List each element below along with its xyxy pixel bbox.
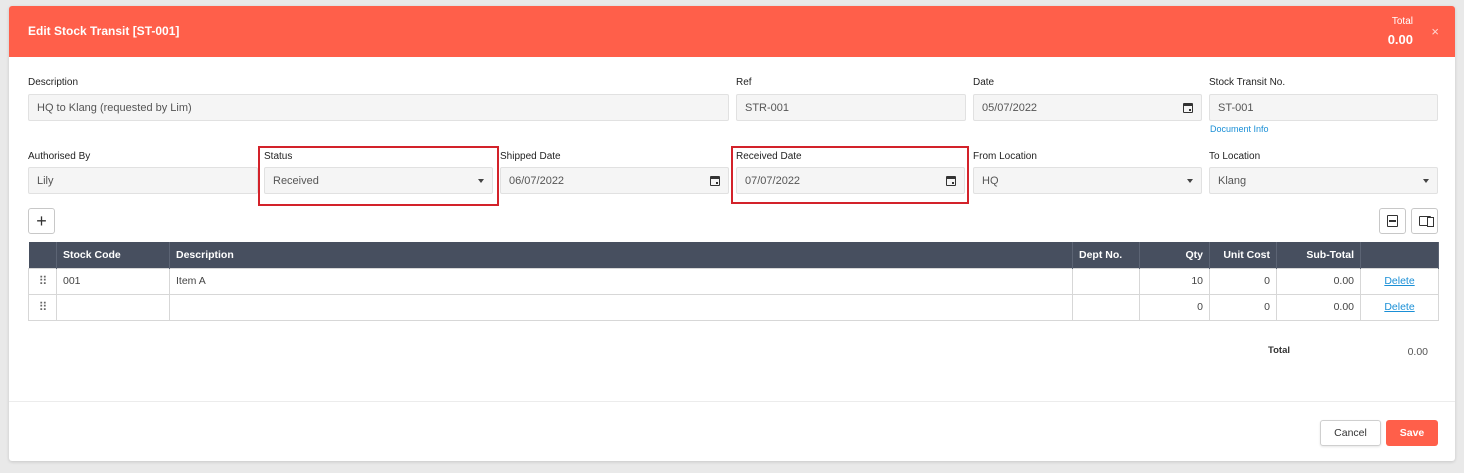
from-location-select[interactable]: HQ [973, 167, 1202, 194]
modal-title: Edit Stock Transit [ST-001] [28, 24, 180, 38]
qty-cell[interactable]: 10 [1139, 267, 1210, 295]
drag-handle-icon[interactable]: ⠿ [28, 293, 57, 321]
drag-handle-icon[interactable]: ⠿ [28, 267, 57, 295]
header-total-label: Total [1391, 16, 1413, 27]
unit-cost-cell[interactable]: 0 [1209, 267, 1277, 295]
ref-label: Ref [736, 77, 752, 88]
column-header-qty: Qty [1139, 242, 1210, 268]
edit-stock-transit-modal: Edit Stock Transit [ST-001] Total 0.00 ×… [9, 6, 1455, 461]
stock-transit-no-field[interactable] [1209, 94, 1438, 121]
calendar-icon[interactable] [1183, 102, 1193, 113]
authorised-by-field[interactable] [28, 167, 258, 194]
plus-icon: + [36, 211, 47, 231]
from-location-value: HQ [982, 174, 999, 187]
ref-input[interactable] [745, 101, 957, 114]
qty-cell[interactable]: 0 [1139, 293, 1210, 321]
chevron-down-icon [1423, 178, 1429, 183]
unit-cost-cell[interactable]: 0 [1209, 293, 1277, 321]
stock-code-cell[interactable]: 001 [56, 267, 170, 295]
table-row: ⠿ 001 Item A 10 0 0.00 Delete [28, 267, 1439, 295]
date-field[interactable]: 05/07/2022 [973, 94, 1202, 121]
received-date-highlight-box [731, 146, 969, 204]
chevron-down-icon [1187, 178, 1193, 183]
cancel-button[interactable]: Cancel [1320, 420, 1381, 446]
footer-divider [9, 401, 1455, 402]
add-row-button[interactable]: + [28, 208, 55, 234]
date-value: 05/07/2022 [982, 101, 1038, 114]
column-header-stock-code: Stock Code [56, 242, 170, 268]
stock-code-cell[interactable] [56, 293, 170, 321]
to-location-value: Klang [1218, 174, 1247, 187]
document-info-link[interactable]: Document Info [1210, 124, 1269, 134]
authorised-by-input[interactable] [37, 174, 249, 187]
sub-total-cell: 0.00 [1276, 293, 1361, 321]
description-label: Description [28, 77, 79, 88]
items-table: Stock Code Description Dept No. Qty Unit… [28, 242, 1439, 321]
delete-row-link[interactable]: Delete [1384, 301, 1414, 313]
description-cell[interactable]: Item A [169, 267, 1073, 295]
date-label: Date [973, 77, 995, 88]
devices-icon [1418, 216, 1434, 227]
export-csv-button[interactable] [1379, 208, 1406, 234]
dept-no-cell[interactable] [1072, 267, 1140, 295]
stock-transit-no-input[interactable] [1218, 101, 1429, 114]
sub-total-cell: 0.00 [1276, 267, 1361, 295]
shipped-date-field[interactable]: 06/07/2022 [500, 167, 729, 194]
shipped-date-value: 06/07/2022 [509, 174, 565, 187]
description-input[interactable] [37, 101, 720, 114]
description-field[interactable] [28, 94, 729, 121]
column-header-actions [1360, 242, 1439, 268]
column-header-unit-cost: Unit Cost [1209, 242, 1277, 268]
authorised-by-label: Authorised By [28, 151, 91, 162]
description-cell[interactable] [169, 293, 1073, 321]
table-header-row: Stock Code Description Dept No. Qty Unit… [28, 242, 1439, 268]
stock-transit-no-label: Stock Transit No. [1209, 77, 1286, 88]
modal-header: Edit Stock Transit [ST-001] Total 0.00 × [9, 6, 1455, 57]
column-header-sub-total: Sub-Total [1276, 242, 1361, 268]
to-location-select[interactable]: Klang [1209, 167, 1438, 194]
summary-total-value: 0.00 [1407, 346, 1428, 358]
delete-row-link[interactable]: Delete [1384, 275, 1414, 287]
column-header-dept-no: Dept No. [1072, 242, 1140, 268]
csv-file-icon [1387, 215, 1398, 227]
from-location-label: From Location [973, 151, 1037, 162]
ref-field[interactable] [736, 94, 966, 121]
column-settings-button[interactable] [1411, 208, 1438, 234]
table-row: ⠿ 0 0 0.00 Delete [28, 293, 1439, 321]
summary-total-label: Total [1268, 345, 1290, 356]
to-location-label: To Location [1209, 151, 1261, 162]
status-highlight-box [258, 146, 499, 206]
column-header-description: Description [169, 242, 1073, 268]
shipped-date-label: Shipped Date [500, 151, 561, 162]
calendar-icon[interactable] [710, 175, 720, 186]
save-button[interactable]: Save [1386, 420, 1438, 446]
close-icon[interactable]: × [1431, 24, 1439, 39]
dept-no-cell[interactable] [1072, 293, 1140, 321]
header-total-value: 0.00 [1387, 32, 1413, 47]
column-header-drag [28, 242, 57, 268]
